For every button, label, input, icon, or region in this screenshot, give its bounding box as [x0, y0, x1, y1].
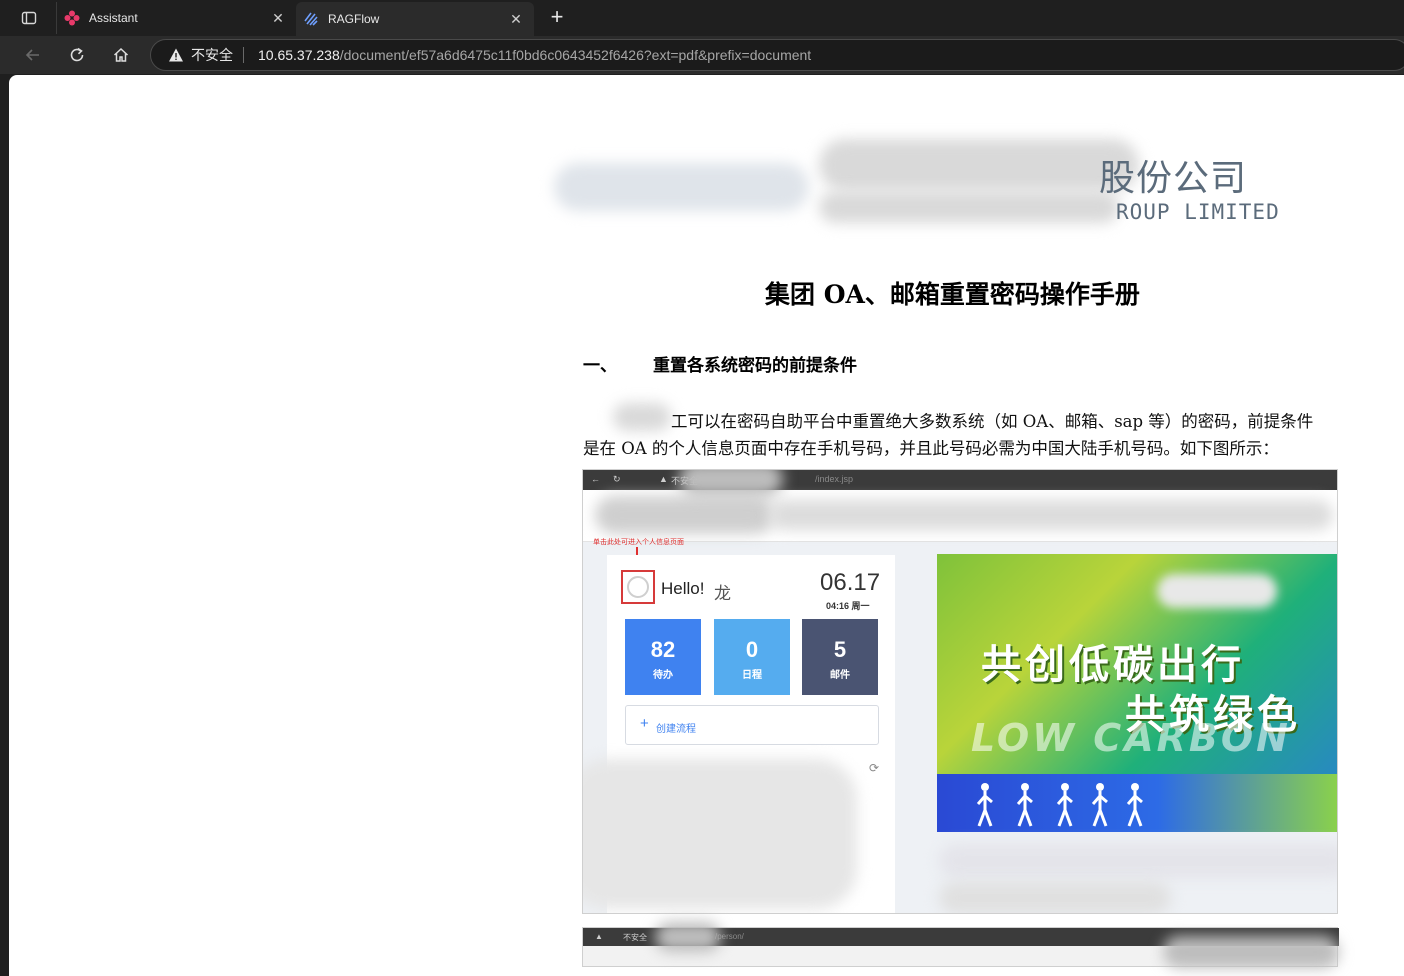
figure-hint: 单击此处可进入个人信息页面: [593, 539, 684, 546]
redacted-logo: [554, 163, 809, 211]
redacted-company-name: [819, 139, 1139, 191]
back-arrow-icon: [25, 49, 39, 61]
redacted-header-logo: [595, 496, 775, 534]
time-weekday: 04:16 周一: [826, 601, 870, 611]
date: 06.17: [820, 569, 881, 596]
figure-back-icon: ←: [591, 474, 600, 484]
document-viewport[interactable]: 股份公司 ROUP LIMITED 集团 OA、邮箱重置密码操作手册 一、 重置…: [9, 75, 1404, 976]
greeting: Hello!: [661, 579, 705, 598]
reload-icon: [70, 47, 84, 62]
company-name-english: ROUP LIMITED: [1116, 200, 1280, 224]
runner-icon: [1017, 783, 1033, 827]
figure-oa-homepage: ← ↻ ▲ 不安全 /index.jsp 单击此处可进入个人信息页面 Hello…: [582, 469, 1338, 914]
figure-banner: 共创低碳出行 共筑绿色 LOW CARBON: [937, 554, 1337, 832]
section-title: 重置各系统密码的前提条件: [653, 356, 857, 376]
tab-actions-button[interactable]: [12, 7, 46, 29]
redacted-news-tabs: [939, 844, 1337, 878]
pdf-page: 股份公司 ROUP LIMITED 集团 OA、邮箱重置密码操作手册 一、 重置…: [9, 75, 1404, 976]
assistant-logo-icon: [64, 10, 80, 26]
runner-icon: [1127, 783, 1143, 827]
create-process-label: 创建流程: [656, 724, 696, 735]
reload-button[interactable]: [63, 42, 91, 68]
figure-user-card: Hello! 龙 06.17 04:16 周一 82 待办 0 日程 5 邮件 …: [583, 555, 895, 913]
runner-icon: [1057, 783, 1073, 827]
refresh-icon: ⟳: [869, 761, 880, 775]
tab-label: RAGFlow: [328, 12, 380, 26]
document-title: 集团 OA、邮箱重置密码操作手册: [765, 280, 1140, 309]
redacted-news-item: [939, 882, 1171, 913]
address-divider: [243, 47, 244, 63]
runner-icon: [977, 783, 993, 827]
close-icon[interactable]: ✕: [508, 11, 524, 27]
stat-label: 日程: [742, 670, 762, 681]
url-path: /document/ef57a6d6475c11f0bd6c0643452f64…: [339, 47, 812, 63]
stat-value: 0: [745, 637, 759, 662]
tab-label: Assistant: [89, 11, 138, 25]
figure-url: /index.jsp: [815, 474, 854, 484]
redacted-company-en: [819, 191, 1119, 223]
redacted-url: [679, 470, 783, 496]
home-button[interactable]: [107, 42, 135, 68]
warning-icon: [169, 48, 183, 62]
home-icon: [113, 47, 129, 62]
close-icon[interactable]: ✕: [270, 10, 286, 26]
stat-label: 邮件: [830, 670, 850, 681]
security-label[interactable]: 不安全: [191, 45, 233, 65]
stat-mail: 5 邮件: [802, 619, 878, 695]
stat-label: 待办: [653, 670, 673, 681]
banner-english: LOW CARBON: [971, 716, 1291, 760]
tab-ragflow[interactable]: RAGFlow ✕: [296, 2, 534, 36]
redacted-word: [613, 403, 671, 431]
section-number: 一、: [583, 356, 617, 376]
figure-person-page: ▲ 不安全 /person/: [582, 922, 1339, 968]
address-bar[interactable]: 不安全 10.65.37.238/document/ef57a6d6475c11…: [150, 39, 1404, 71]
create-process-button: + 创建流程: [625, 705, 879, 745]
redacted-url: [655, 922, 721, 952]
figure-warning-icon: ▲: [659, 474, 668, 484]
plus-icon: +: [640, 715, 649, 732]
url-host: 10.65.37.238: [258, 47, 340, 63]
tab-assistant[interactable]: Assistant ✕: [56, 2, 296, 34]
tab-strip: Assistant ✕ RAGFlow ✕ +: [0, 0, 1404, 36]
stat-value: 5: [833, 637, 847, 662]
runner-icon: [1092, 783, 1108, 827]
avatar: [621, 570, 655, 604]
stat-value: 82: [650, 637, 676, 662]
ragflow-logo-icon: [303, 11, 319, 27]
company-name: 股份公司: [1099, 158, 1248, 199]
stat-todo: 82 待办: [625, 619, 701, 695]
paragraph-line: 是在 OA 的个人信息页面中存在手机号码，并且此号码必需为中国大陆手机号码。如下…: [583, 439, 1279, 458]
redacted-content: [1163, 936, 1339, 968]
redacted-banner-logo: [1157, 574, 1277, 608]
figure-warning-icon: ▲: [595, 932, 603, 941]
paragraph-line: 工可以在密码自助平台中重置绝大多数系统（如 OA、邮箱、sap 等）的密码，前提…: [671, 412, 1314, 431]
vertical-tabs-icon: [21, 11, 37, 25]
back-button[interactable]: [19, 42, 47, 68]
figure-insecure-label: 不安全: [623, 933, 647, 942]
new-tab-button[interactable]: +: [545, 6, 569, 29]
figure-reload-icon: ↻: [613, 474, 621, 484]
browser-toolbar: 不安全 10.65.37.238/document/ef57a6d6475c11…: [0, 36, 1404, 74]
redacted-list: [583, 759, 857, 909]
user-name: 龙: [714, 584, 731, 603]
redacted-header-menu: [769, 500, 1333, 530]
stat-schedule: 0 日程: [714, 619, 790, 695]
